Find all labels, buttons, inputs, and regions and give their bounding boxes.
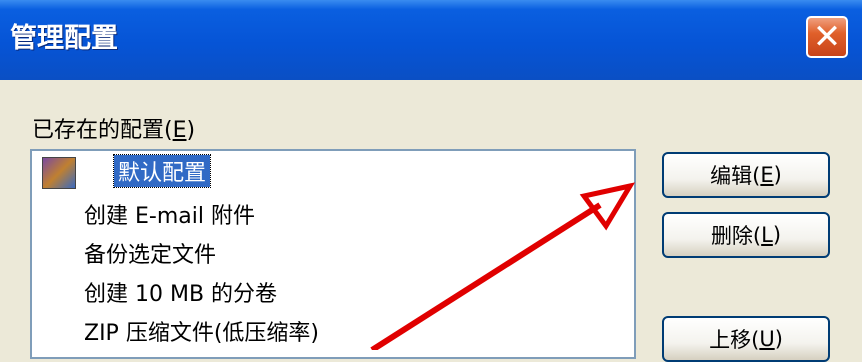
arrow-shaft bbox=[370, 202, 602, 350]
annotation-arrow bbox=[370, 182, 636, 350]
arrow-head bbox=[579, 182, 636, 231]
